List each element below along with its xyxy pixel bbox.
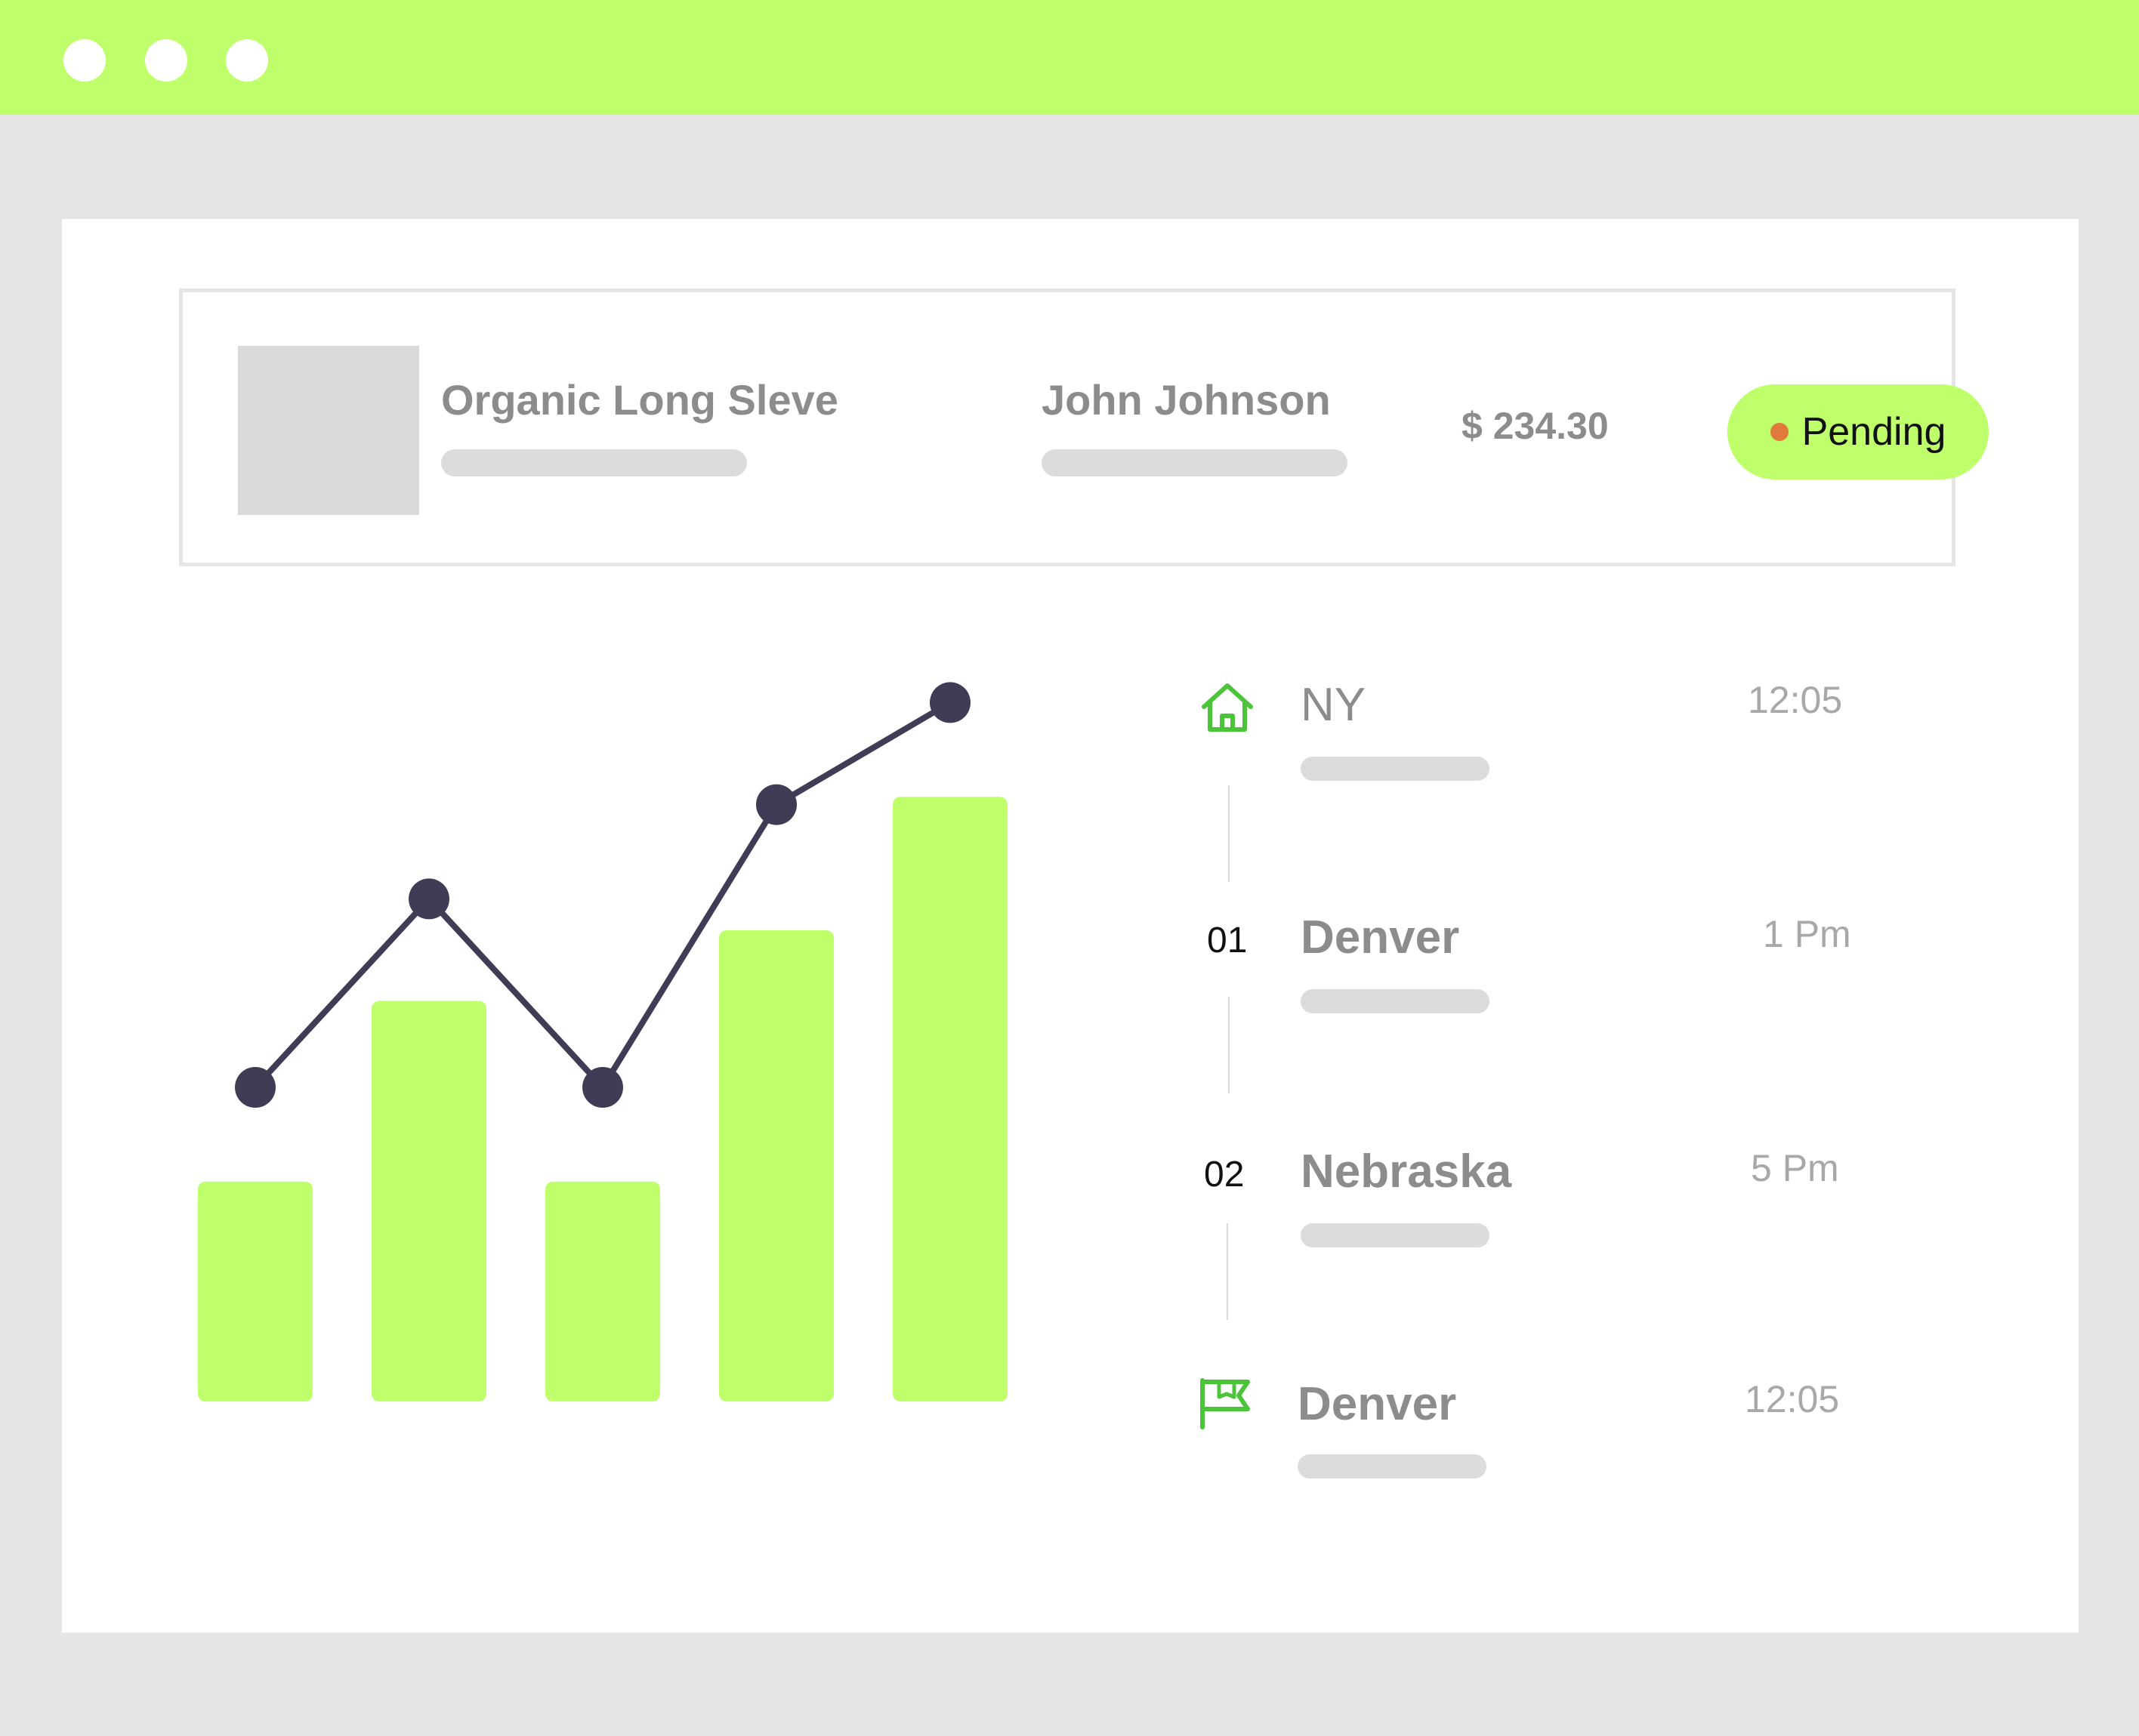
chart-bar (719, 930, 834, 1401)
timeline-connector (1228, 997, 1230, 1093)
timeline-step-number: 01 (1207, 920, 1248, 961)
chart-bar (198, 1181, 313, 1401)
home-icon (1202, 683, 1253, 732)
chart-bar (372, 1001, 486, 1401)
window-dot-minimize[interactable] (145, 39, 187, 82)
flag-icon (1200, 1378, 1250, 1429)
window-dot-maximize[interactable] (226, 39, 268, 82)
timeline-place-4: Denver (1298, 1378, 1457, 1430)
timeline-place-2: Denver (1301, 911, 1460, 964)
timeline-connector (1228, 785, 1230, 882)
chart-trend-line (253, 699, 952, 1090)
chart-bar (893, 797, 1008, 1401)
timeline-detail-placeholder-2 (1301, 989, 1489, 1013)
dashboard-canvas: Organic Long Sleve John Johnson $ 234.30… (62, 219, 2079, 1633)
window-titlebar (0, 0, 2139, 115)
timeline-time-4: 12:05 (1745, 1378, 1840, 1420)
timeline-time-3: 5 Pm (1751, 1147, 1839, 1189)
timeline-place-1: NY (1301, 679, 1366, 731)
timeline-step-number: 02 (1204, 1155, 1245, 1195)
timeline-time-2: 1 Pm (1763, 913, 1851, 955)
window-dot-close[interactable] (63, 39, 106, 82)
timeline-detail-placeholder-1 (1301, 757, 1489, 781)
timeline-detail-placeholder-3 (1301, 1223, 1489, 1247)
chart-point (756, 784, 797, 825)
chart-point (582, 1067, 623, 1108)
chart-point (409, 878, 449, 920)
timeline-connector (1227, 1223, 1228, 1320)
chart-point (235, 1067, 276, 1108)
chart-bar (545, 1181, 660, 1401)
timeline-detail-placeholder-4 (1298, 1454, 1486, 1479)
timeline-time-1: 12:05 (1748, 679, 1843, 721)
timeline-place-3: Nebraska (1301, 1146, 1512, 1198)
chart-point (930, 682, 971, 723)
